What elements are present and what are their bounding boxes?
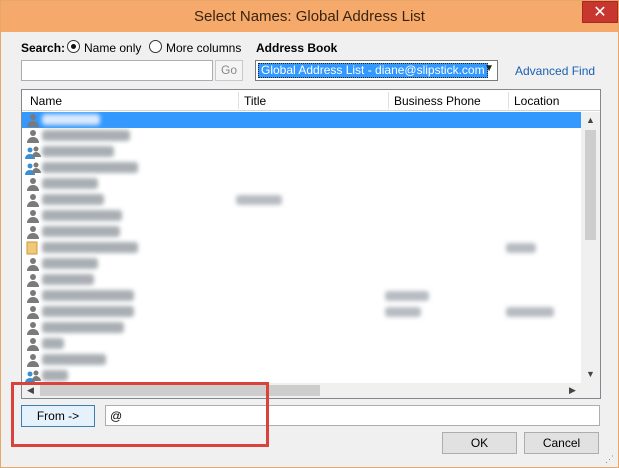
- column-header-title[interactable]: Title: [244, 94, 266, 108]
- radio-name-only[interactable]: [67, 40, 80, 53]
- person-icon: [25, 321, 41, 335]
- blurred-name: [42, 274, 94, 285]
- go-button[interactable]: Go: [215, 60, 243, 81]
- table-row[interactable]: [22, 160, 581, 176]
- group-icon: [25, 145, 41, 159]
- cancel-button[interactable]: Cancel: [524, 432, 599, 454]
- blurred-name: [42, 370, 68, 381]
- scrollbar-corner: [581, 383, 600, 398]
- column-header-name[interactable]: Name: [30, 94, 62, 108]
- scroll-right-icon[interactable]: ▶: [564, 383, 581, 398]
- table-row[interactable]: [22, 176, 581, 192]
- horizontal-scrollbar[interactable]: ◀ ▶: [22, 383, 581, 398]
- list-header: Name Title Business Phone Location: [22, 90, 600, 111]
- radio-more-columns[interactable]: [149, 40, 162, 53]
- blurred-phone: [385, 291, 429, 301]
- table-row[interactable]: [22, 304, 581, 320]
- table-row[interactable]: [22, 208, 581, 224]
- table-row[interactable]: [22, 224, 581, 240]
- from-button[interactable]: From ->: [21, 405, 95, 427]
- blurred-location: [506, 243, 536, 253]
- person-icon: [25, 337, 41, 351]
- column-header-location[interactable]: Location: [514, 94, 559, 108]
- radio-more-columns-label[interactable]: More columns: [166, 41, 241, 55]
- group-icon: [25, 369, 41, 383]
- table-row[interactable]: [22, 256, 581, 272]
- ok-button[interactable]: OK: [442, 432, 517, 454]
- person-icon: [25, 289, 41, 303]
- blurred-name: [42, 338, 64, 349]
- title-bar[interactable]: Select Names: Global Address List ✕: [1, 1, 618, 32]
- folder-icon: [25, 241, 41, 255]
- person-icon: [25, 209, 41, 223]
- blurred-name: [42, 146, 114, 157]
- blurred-name: [42, 162, 138, 173]
- column-separator[interactable]: [238, 92, 239, 109]
- address-list[interactable]: Name Title Business Phone Location ▲ ▼ ◀…: [21, 89, 601, 399]
- column-header-business-phone[interactable]: Business Phone: [394, 94, 481, 108]
- person-icon: [25, 305, 41, 319]
- address-book-selected: Global Address List - diane@slipstick.co…: [258, 63, 488, 78]
- table-row[interactable]: [22, 336, 581, 352]
- horizontal-scroll-thumb[interactable]: [40, 385, 320, 396]
- person-icon: [25, 273, 41, 287]
- radio-name-only-label[interactable]: Name only: [84, 41, 141, 55]
- table-row[interactable]: [22, 112, 581, 128]
- table-row[interactable]: [22, 368, 581, 384]
- person-icon: [25, 177, 41, 191]
- table-row[interactable]: [22, 128, 581, 144]
- blurred-location: [506, 307, 554, 317]
- blurred-name: [42, 114, 100, 125]
- blurred-name: [42, 306, 134, 317]
- blurred-name: [42, 242, 138, 253]
- address-book-label: Address Book: [256, 41, 338, 55]
- table-row[interactable]: [22, 352, 581, 368]
- blurred-phone: [385, 307, 421, 317]
- vertical-scroll-thumb[interactable]: [585, 130, 596, 240]
- resize-grip-icon[interactable]: ⋰: [605, 455, 614, 464]
- blurred-name: [42, 258, 98, 269]
- search-input[interactable]: [21, 60, 213, 81]
- blurred-name: [42, 322, 124, 333]
- scroll-up-icon[interactable]: ▲: [581, 112, 600, 129]
- person-icon: [25, 225, 41, 239]
- list-rows: [22, 112, 581, 384]
- close-button[interactable]: ✕: [582, 1, 618, 23]
- person-icon: [25, 353, 41, 367]
- close-icon: ✕: [593, 4, 607, 21]
- scroll-left-icon[interactable]: ◀: [22, 383, 39, 398]
- address-book-dropdown[interactable]: Global Address List - diane@slipstick.co…: [255, 60, 498, 81]
- column-separator[interactable]: [508, 92, 509, 109]
- chevron-down-icon[interactable]: ▼: [484, 63, 494, 74]
- blurred-name: [42, 354, 106, 365]
- person-icon: [25, 113, 41, 127]
- advanced-find-link[interactable]: Advanced Find: [515, 64, 595, 78]
- column-separator[interactable]: [388, 92, 389, 109]
- table-row[interactable]: [22, 144, 581, 160]
- table-row[interactable]: [22, 192, 581, 208]
- window-title: Select Names: Global Address List: [194, 8, 425, 25]
- blurred-name: [42, 130, 130, 141]
- table-row[interactable]: [22, 240, 581, 256]
- search-label: Search:: [21, 41, 66, 55]
- blurred-name: [42, 290, 134, 301]
- scroll-down-icon[interactable]: ▼: [581, 366, 600, 383]
- select-names-dialog: Select Names: Global Address List ✕ Sear…: [0, 0, 619, 468]
- vertical-scrollbar[interactable]: ▲ ▼: [581, 112, 600, 383]
- blurred-name: [42, 210, 122, 221]
- group-icon: [25, 161, 41, 175]
- blurred-title: [236, 195, 282, 205]
- person-icon: [25, 129, 41, 143]
- blurred-name: [42, 194, 104, 205]
- person-icon: [25, 257, 41, 271]
- from-input[interactable]: [105, 405, 600, 426]
- person-icon: [25, 193, 41, 207]
- table-row[interactable]: [22, 320, 581, 336]
- blurred-name: [42, 178, 98, 189]
- table-row[interactable]: [22, 288, 581, 304]
- blurred-name: [42, 226, 120, 237]
- table-row[interactable]: [22, 272, 581, 288]
